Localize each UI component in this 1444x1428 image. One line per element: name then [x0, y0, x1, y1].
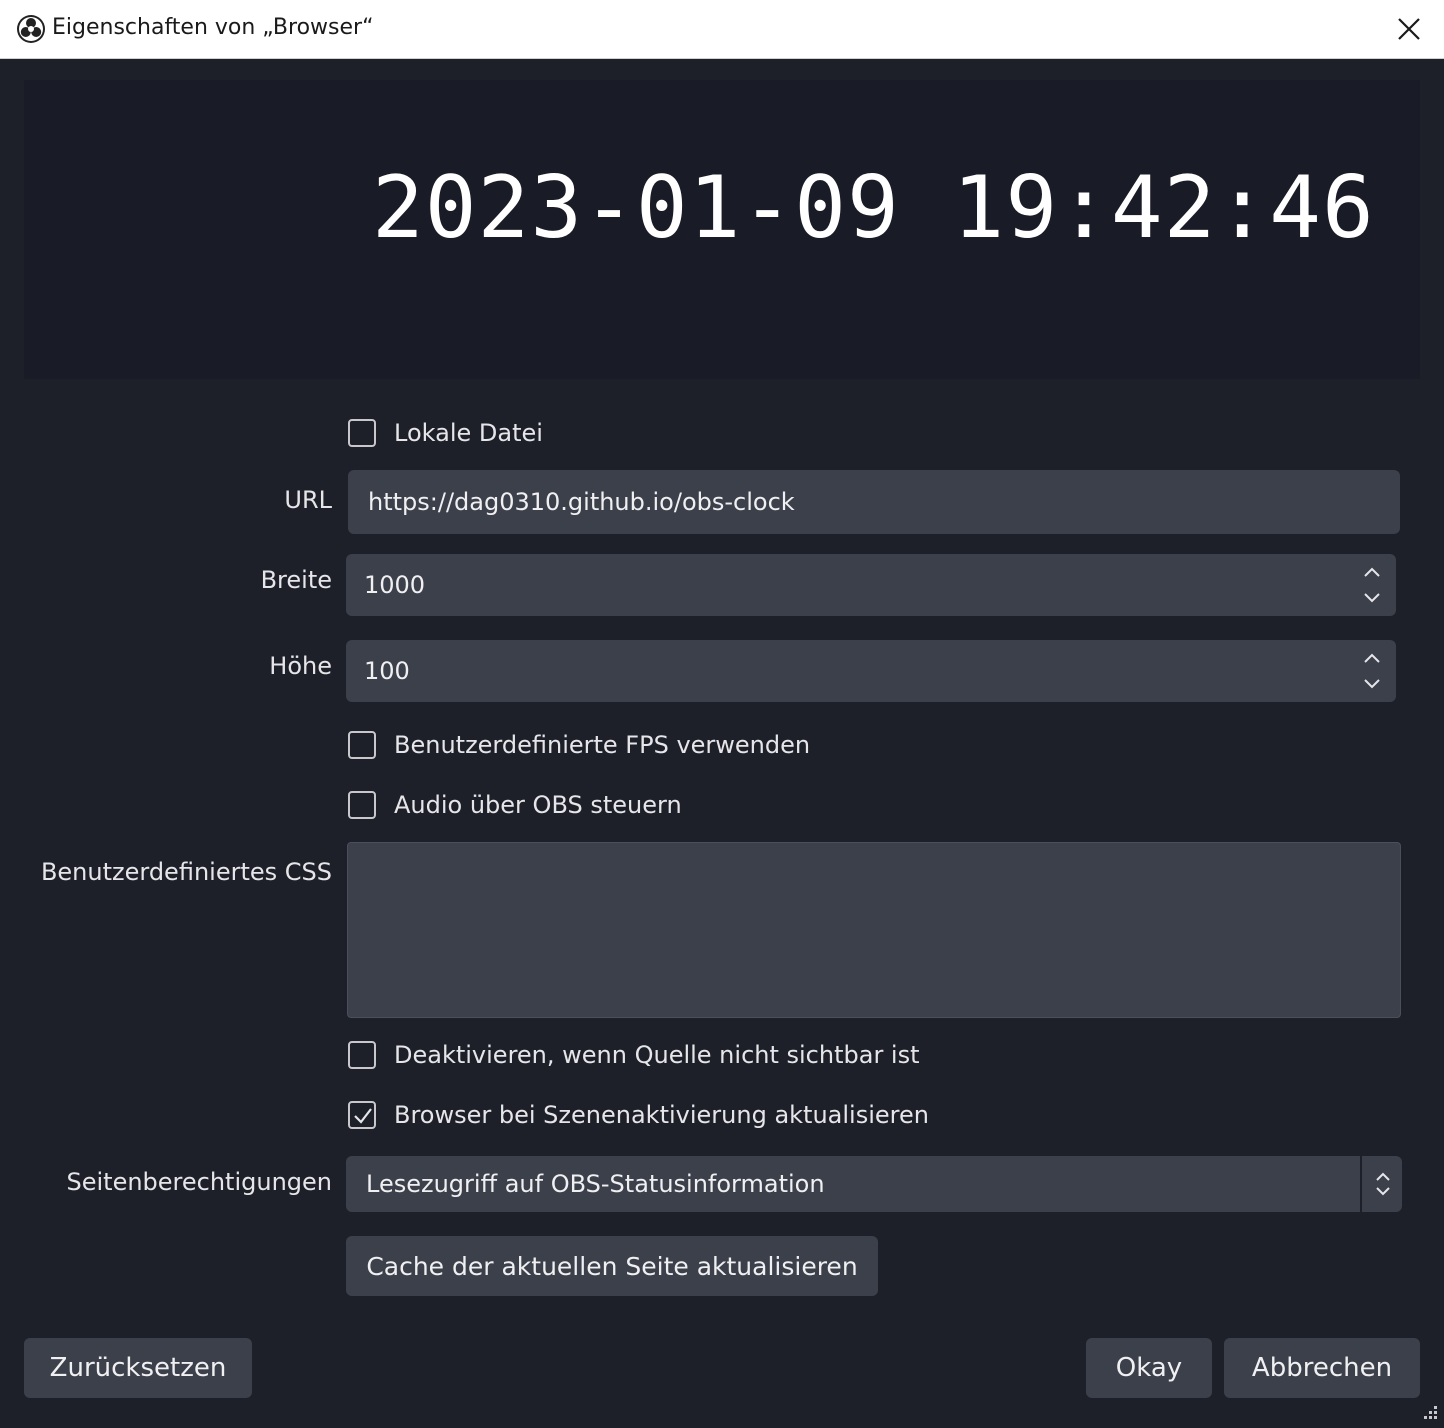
page-permissions-value: Lesezugriff auf OBS-Statusinformation	[366, 1170, 825, 1198]
obs-logo-icon	[17, 15, 45, 43]
page-permissions-label: Seitenberechtigungen	[66, 1168, 332, 1196]
checkmark-icon	[354, 1108, 372, 1124]
height-label: Höhe	[269, 652, 332, 680]
url-value: https://dag0310.github.io/obs-clock	[368, 488, 795, 516]
refresh-on-scene-checkbox[interactable]	[348, 1101, 376, 1129]
custom-fps-checkbox[interactable]	[348, 731, 376, 759]
shutdown-hidden-checkbox-row[interactable]: Deaktivieren, wenn Quelle nicht sichtbar…	[348, 1039, 920, 1071]
url-input[interactable]: https://dag0310.github.io/obs-clock	[348, 470, 1400, 534]
resize-grip-icon[interactable]	[1418, 1402, 1440, 1424]
custom-css-label: Benutzerdefiniertes CSS	[40, 858, 332, 886]
control-audio-label: Audio über OBS steuern	[394, 791, 682, 819]
control-audio-checkbox[interactable]	[348, 791, 376, 819]
page-permissions-select[interactable]: Lesezugriff auf OBS-Statusinformation	[346, 1156, 1402, 1212]
browser-preview: 2023-01-09 19:42:46	[24, 80, 1420, 379]
url-label: URL	[284, 486, 332, 514]
updown-chevron-icon[interactable]	[1364, 1156, 1402, 1212]
width-value: 1000	[364, 571, 426, 599]
close-icon[interactable]	[1388, 8, 1430, 50]
chevron-up-icon[interactable]	[1358, 560, 1386, 584]
local-file-checkbox-row[interactable]: Lokale Datei	[348, 417, 543, 449]
custom-fps-label: Benutzerdefinierte FPS verwenden	[394, 731, 811, 759]
refresh-on-scene-checkbox-row[interactable]: Browser bei Szenenaktivierung aktualisie…	[348, 1099, 929, 1131]
local-file-checkbox[interactable]	[348, 419, 376, 447]
control-audio-checkbox-row[interactable]: Audio über OBS steuern	[348, 789, 682, 821]
chevron-down-icon[interactable]	[1358, 672, 1386, 696]
title-bar: Eigenschaften von „Browser“	[0, 0, 1444, 59]
cancel-button[interactable]: Abbrechen	[1224, 1338, 1420, 1398]
refresh-on-scene-label: Browser bei Szenenaktivierung aktualisie…	[394, 1101, 929, 1129]
refresh-cache-button[interactable]: Cache der aktuellen Seite aktualisieren	[346, 1236, 878, 1296]
shutdown-hidden-checkbox[interactable]	[348, 1041, 376, 1069]
width-label: Breite	[260, 566, 332, 594]
shutdown-hidden-label: Deaktivieren, wenn Quelle nicht sichtbar…	[394, 1041, 920, 1069]
ok-button[interactable]: Okay	[1086, 1338, 1212, 1398]
custom-css-textarea[interactable]	[347, 842, 1401, 1018]
window-title: Eigenschaften von „Browser“	[52, 15, 374, 40]
height-spinbox[interactable]: 100	[346, 640, 1396, 702]
chevron-down-icon[interactable]	[1358, 586, 1386, 610]
select-divider	[1360, 1156, 1362, 1212]
width-spinbox[interactable]: 1000	[346, 554, 1396, 616]
chevron-up-icon[interactable]	[1358, 646, 1386, 670]
width-spin-arrows	[1358, 560, 1386, 610]
height-value: 100	[364, 657, 410, 685]
clock-display: 2023-01-09 19:42:46	[372, 158, 1375, 258]
height-spin-arrows	[1358, 646, 1386, 696]
local-file-label: Lokale Datei	[394, 419, 543, 447]
custom-fps-checkbox-row[interactable]: Benutzerdefinierte FPS verwenden	[348, 729, 810, 761]
reset-button[interactable]: Zurücksetzen	[24, 1338, 252, 1398]
